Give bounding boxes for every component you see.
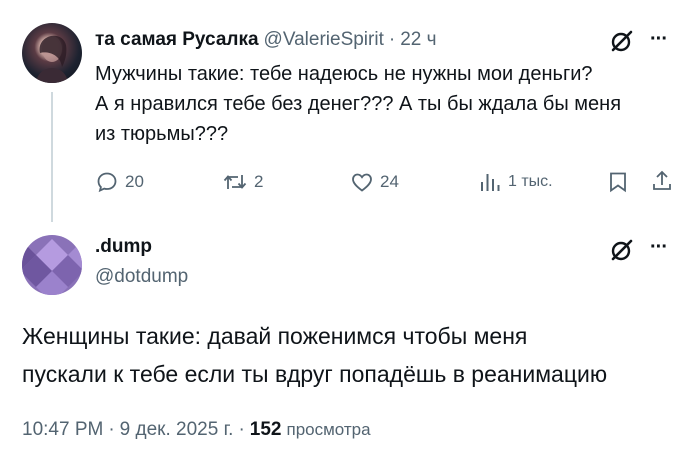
like-count: 24 — [380, 172, 399, 191]
tweet-text-line: А я нравился тебе без денег??? А ты бы ж… — [95, 93, 622, 115]
separator: · — [238, 419, 245, 440]
share-button[interactable] — [650, 169, 674, 198]
tweet-meta: 10:47 PM · 9 дек. 2025 г. · 152 просмотр… — [22, 419, 371, 441]
views-icon — [481, 174, 500, 191]
tweet-text: Женщины такие: давай поженимся чтобы мен… — [22, 317, 607, 393]
timestamp[interactable]: 22 ч — [400, 29, 436, 51]
thread-line — [51, 92, 53, 222]
repost-count: 2 — [254, 172, 264, 191]
tweet-text-line: пускали к тебе если ты вдруг попадёшь в … — [22, 361, 608, 387]
reply-count: 20 — [125, 172, 144, 191]
share-icon — [653, 170, 671, 190]
like-button[interactable]: 24 — [350, 170, 399, 194]
display-name[interactable]: та самая Русалка — [95, 29, 259, 51]
handle[interactable]: @ValerieSpirit — [264, 29, 384, 51]
reply-icon — [97, 172, 117, 193]
date[interactable]: 9 дек. 2025 г. — [120, 419, 234, 441]
more-icon[interactable]: ··· — [650, 28, 668, 51]
display-name[interactable]: .dump — [95, 236, 152, 258]
tweet-text-line: из тюрьмы??? — [95, 123, 229, 145]
repost-button[interactable]: 2 — [222, 170, 263, 194]
like-icon — [352, 173, 372, 192]
grok-icon[interactable] — [610, 29, 634, 58]
grok-icon[interactable] — [610, 238, 634, 267]
avatar[interactable] — [22, 235, 82, 295]
handle[interactable]: @dotdump — [95, 266, 188, 288]
views-button[interactable]: 1 тыс. — [478, 170, 553, 194]
separator: · — [388, 29, 396, 50]
more-icon[interactable]: ··· — [650, 236, 668, 259]
avatar[interactable] — [22, 23, 82, 83]
bookmark-icon — [610, 172, 626, 193]
reply-header: та самая Русалка @ValerieSpirit · 22 ч — [95, 29, 437, 51]
views-count: 1 тыс. — [508, 173, 553, 190]
tweet-text-line: Мужчины такие: тебе надеюсь не нужны мои… — [95, 63, 593, 85]
timestamp[interactable]: 10:47 PM — [22, 419, 103, 441]
tweet-text-line: Женщины такие: давай поженимся чтобы мен… — [22, 323, 528, 349]
tweet-text: Мужчины такие: тебе надеюсь не нужны мои… — [95, 59, 621, 149]
views-count: 152 — [249, 419, 282, 440]
views-label: просмотра — [286, 420, 371, 439]
repost-icon — [223, 175, 247, 189]
bookmark-button[interactable] — [606, 170, 630, 199]
reply-button[interactable]: 20 — [95, 170, 144, 194]
separator: · — [108, 419, 115, 440]
